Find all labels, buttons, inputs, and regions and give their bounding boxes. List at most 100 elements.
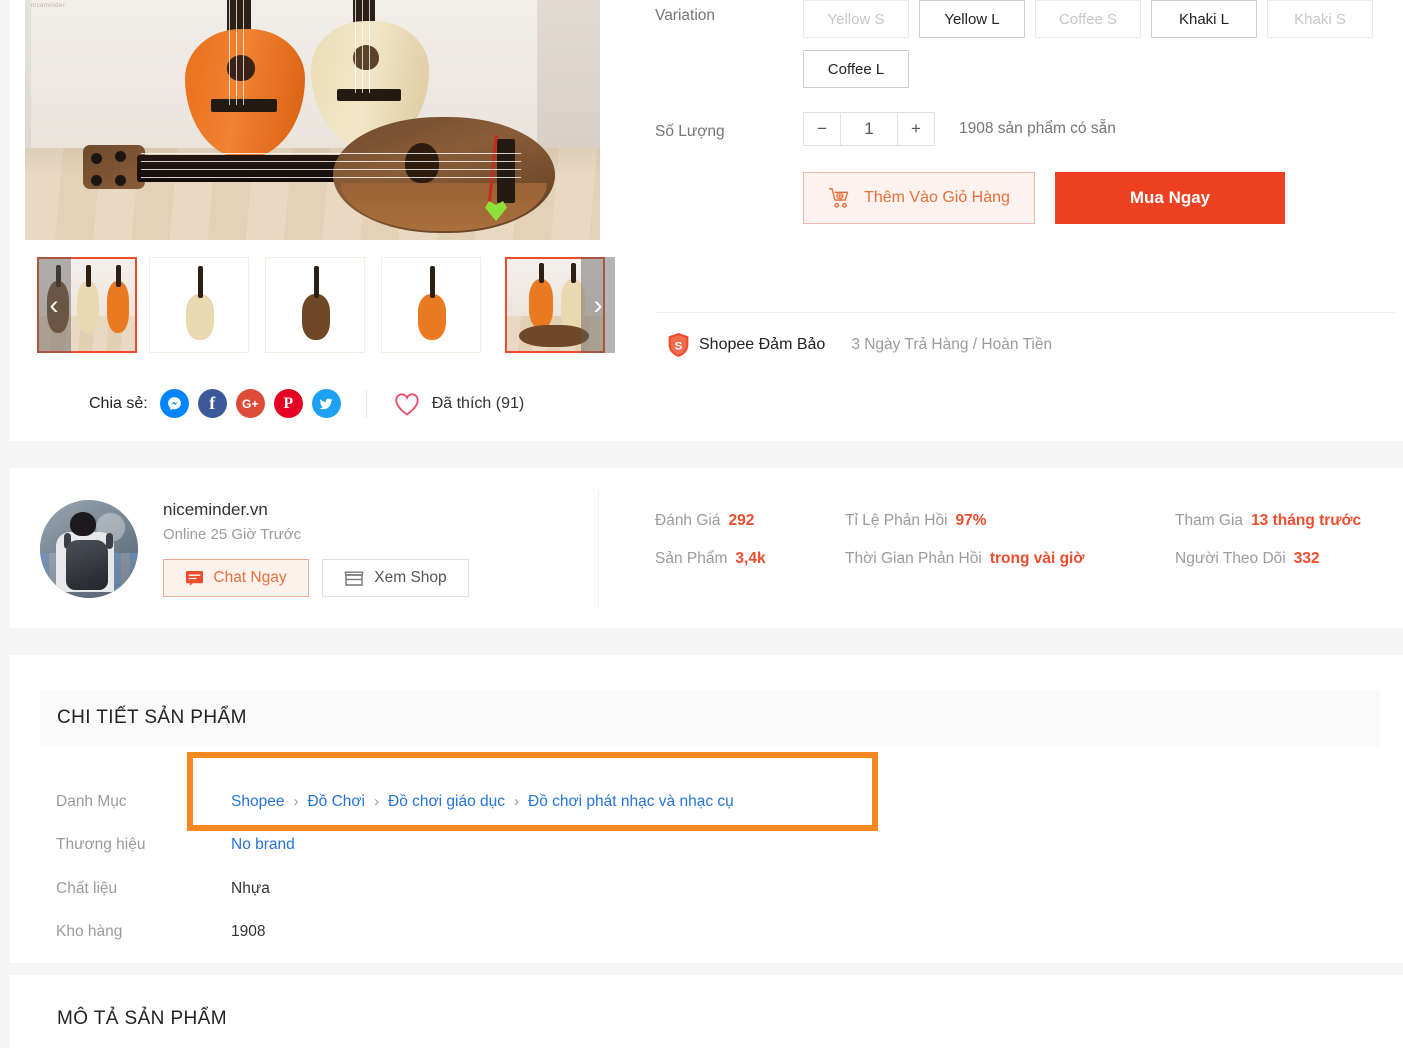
attribute-value-brand[interactable]: No brand <box>231 836 295 854</box>
breadcrumb-item-giao-duc[interactable]: Đồ chơi giáo dục <box>388 793 505 811</box>
shopee-shield-icon: S <box>668 333 689 357</box>
shield-letter: S <box>675 341 683 353</box>
product-attributes: Danh Mục Shopee › Đồ Chơi › Đồ chơi giáo… <box>56 780 734 954</box>
stock-availability-text: 1908 sản phẩm có sẵn <box>959 120 1116 137</box>
product-panel: niceminder ‹ › Chia sẻ: f G+ P Đã thích … <box>10 0 1403 441</box>
guarantee-subtitle: 3 Ngày Trả Hàng / Hoàn Tiền <box>851 336 1053 353</box>
attribute-key-stock: Kho hàng <box>56 923 123 941</box>
image-watermark: niceminder <box>31 3 66 9</box>
stat-response-rate: Tỉ Lệ Phản Hồi 97% <box>845 512 987 529</box>
quantity-decrease-button[interactable]: − <box>804 113 840 145</box>
attribute-row-material: Chất liệu Nhựa <box>56 867 734 911</box>
thumbnail-strip: ‹ › <box>37 257 615 353</box>
stat-response-rate-value: 97% <box>955 512 987 529</box>
quantity-increase-button[interactable]: + <box>898 113 934 145</box>
variation-option-yellow-l[interactable]: Yellow L <box>919 0 1025 38</box>
product-detail-title: CHI TIẾT SẢN PHẨM <box>57 707 247 728</box>
product-gallery: niceminder ‹ › Chia sẻ: f G+ P Đã thích … <box>25 0 615 418</box>
shop-online-status: Online 25 Giờ Trước <box>163 526 302 543</box>
main-product-image[interactable]: niceminder <box>25 0 600 240</box>
gallery-prev-arrow-icon[interactable]: ‹ <box>37 257 71 353</box>
breadcrumb-item-nhac-cu[interactable]: Đồ chơi phát nhạc và nhạc cụ <box>528 793 734 811</box>
purchase-options: Variation Yellow S Yellow L Coffee S Kha… <box>655 0 1395 224</box>
storefront-icon <box>344 571 364 586</box>
product-detail-header: CHI TIẾT SẢN PHẨM <box>40 690 1380 746</box>
breadcrumb-item-shopee[interactable]: Shopee <box>231 793 284 811</box>
twitter-icon[interactable] <box>311 389 341 418</box>
product-photo <box>25 0 600 240</box>
shop-stats: Đánh Giá 292 Tỉ Lệ Phản Hồi 97% Tham Gia 13… <box>655 512 1390 568</box>
attribute-row-category: Danh Mục Shopee › Đồ Chơi › Đồ chơi giáo… <box>56 780 734 824</box>
heart-icon <box>395 392 419 416</box>
variation-label: Variation <box>655 7 716 24</box>
attribute-value-material: Nhựa <box>231 879 270 897</box>
stat-response-time-value: trong vài giờ <box>989 550 1085 567</box>
share-row: Chia sẻ: f G+ P Đã thích (91) <box>89 389 524 418</box>
variation-option-khaki-s: Khaki S <box>1267 0 1373 38</box>
attribute-key-material: Chất liệu <box>56 879 118 897</box>
product-description-header: MÔ TẢ SẢN PHẨM <box>40 990 1380 1048</box>
buy-now-label: Mua Ngay <box>1129 188 1211 207</box>
variation-options: Yellow S Yellow L Coffee S Khaki L Khaki… <box>803 0 1383 100</box>
guarantee-title: Shopee Đảm Bảo <box>699 336 826 353</box>
variation-row: Variation Yellow S Yellow L Coffee S Kha… <box>655 0 1395 100</box>
thumbnail-2[interactable] <box>149 257 249 353</box>
attribute-value-stock: 1908 <box>231 923 266 941</box>
thumbnail-3[interactable] <box>265 257 365 353</box>
cart-plus-icon <box>829 188 849 208</box>
attribute-key-category: Danh Mục <box>56 792 127 810</box>
breadcrumb-separator-3: › <box>514 793 520 811</box>
product-description-title: MÔ TẢ SẢN PHẨM <box>57 1008 227 1029</box>
stat-products: Sản Phẩm 3,4k <box>655 550 766 567</box>
quantity-input[interactable]: 1 <box>840 113 898 145</box>
stat-rating: Đánh Giá 292 <box>655 512 755 529</box>
quantity-label: Số Lượng <box>655 122 725 140</box>
quantity-row: Số Lượng − 1 + 1908 sản phẩm có sẵn <box>655 112 1395 146</box>
stat-followers-value: 332 <box>1293 550 1320 567</box>
view-shop-button[interactable]: Xem Shop <box>322 559 469 597</box>
stat-products-value: 3,4k <box>735 550 766 567</box>
attribute-row-brand: Thương hiệu No brand <box>56 824 734 868</box>
chat-now-label: Chat Ngay <box>213 569 287 586</box>
breadcrumb: Shopee › Đồ Chơi › Đồ chơi giáo dục › Đồ… <box>231 793 734 811</box>
view-shop-label: Xem Shop <box>374 569 447 586</box>
stat-joined-value: 13 tháng trước <box>1251 512 1362 529</box>
ukulele-brown <box>45 117 570 235</box>
guarantee-row: S Shopee Đảm Bảo 3 Ngày Trả Hàng / Hoàn … <box>667 332 1052 358</box>
share-divider <box>365 389 367 418</box>
stat-joined: Tham Gia 13 tháng trước <box>1175 512 1362 529</box>
breadcrumb-separator-1: › <box>293 793 299 811</box>
buy-now-button[interactable]: Mua Ngay <box>1055 172 1285 224</box>
product-page: niceminder ‹ › Chia sẻ: f G+ P Đã thích … <box>0 0 1403 1048</box>
shop-avatar[interactable] <box>40 500 138 598</box>
like-button[interactable]: Đã thích (91) <box>393 391 524 417</box>
quantity-stepper: − 1 + <box>803 112 935 146</box>
facebook-icon[interactable]: f <box>197 389 227 418</box>
google-plus-icon[interactable]: G+ <box>235 389 265 418</box>
shop-name[interactable]: niceminder.vn <box>163 500 268 520</box>
add-to-cart-label: Thêm Vào Giỏ Hàng <box>864 189 1010 206</box>
variation-option-yellow-s: Yellow S <box>803 0 909 38</box>
stat-response-time: Thời Gian Phản Hồi trong vài giờ <box>845 550 1085 567</box>
add-to-cart-button[interactable]: Thêm Vào Giỏ Hàng <box>803 172 1035 224</box>
gallery-next-arrow-icon[interactable]: › <box>581 257 615 353</box>
like-count-label: Đã thích (91) <box>431 394 525 412</box>
thumbnail-4[interactable] <box>381 257 481 353</box>
variation-option-khaki-l[interactable]: Khaki L <box>1151 0 1257 38</box>
pinterest-icon[interactable]: P <box>273 389 303 418</box>
attribute-row-stock: Kho hàng 1908 <box>56 911 734 955</box>
variation-option-coffee-l[interactable]: Coffee L <box>803 50 909 88</box>
chat-now-button[interactable]: Chat Ngay <box>163 559 309 597</box>
cta-row: Thêm Vào Giỏ Hàng Mua Ngay <box>655 172 1395 224</box>
chat-icon <box>186 570 204 586</box>
messenger-icon[interactable] <box>159 389 189 418</box>
stat-rating-value: 292 <box>728 512 755 529</box>
breadcrumb-item-do-choi[interactable]: Đồ Chơi <box>307 793 365 811</box>
breadcrumb-separator-2: › <box>374 793 379 811</box>
variation-option-coffee-s: Coffee S <box>1035 0 1141 38</box>
shop-vertical-divider <box>598 490 599 608</box>
share-label: Chia sẻ: <box>89 394 148 412</box>
stat-followers: Người Theo Dõi 332 <box>1175 550 1320 567</box>
guarantee-divider <box>655 312 1395 313</box>
attribute-key-brand: Thương hiệu <box>56 836 146 854</box>
